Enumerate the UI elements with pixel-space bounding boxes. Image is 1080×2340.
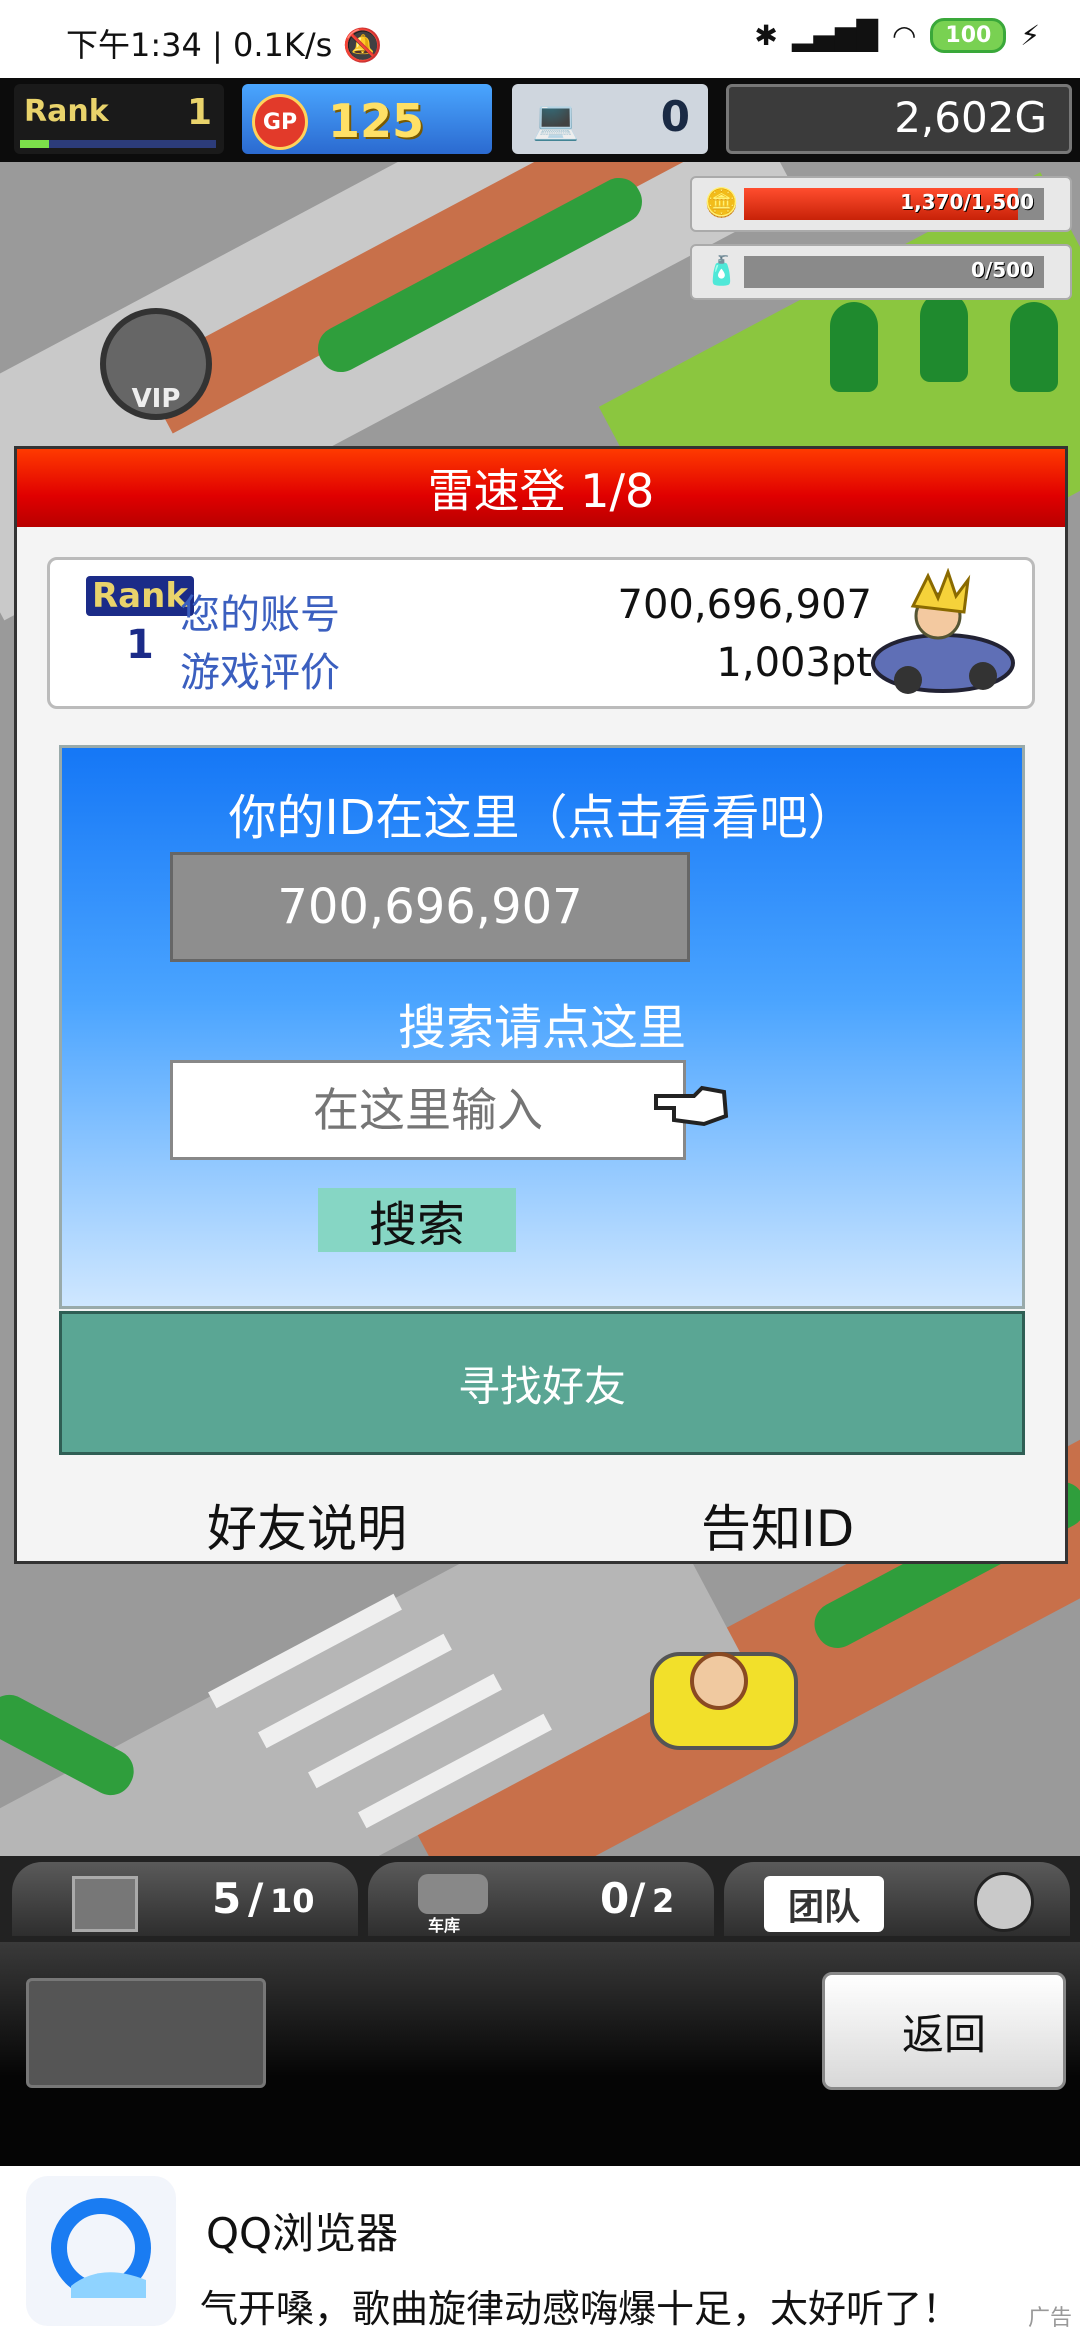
pointing-hand-icon: [654, 1085, 729, 1127]
ad-title: QQ浏览器: [206, 2209, 399, 2258]
status-separator: |: [212, 26, 233, 64]
tab-team[interactable]: 团队: [724, 1862, 1070, 1936]
fuel-label: 0/500: [971, 258, 1034, 282]
tree: [1010, 302, 1058, 392]
bottom-tabs: 5 / 10 车库 0 / 2 团队: [0, 1856, 1080, 1942]
friend-dialog: 雷速登 1/8 Rank 1 您的账号 700,696,907 游戏评价 1,0…: [14, 446, 1068, 1564]
status-time: 下午1:34: [66, 26, 202, 64]
account-label: 您的账号: [180, 592, 340, 638]
items-max: 10: [270, 1882, 315, 1920]
gp-coin-icon: GP: [252, 94, 308, 150]
charging-icon: ⚡: [1020, 19, 1040, 52]
garage-count: 0: [600, 1874, 630, 1923]
garage-max: 2: [652, 1882, 675, 1920]
driver-icon: [690, 1652, 748, 1710]
find-friends-button[interactable]: 寻找好友: [59, 1311, 1025, 1455]
gp-value: 125: [328, 94, 425, 148]
back-button[interactable]: 返回: [822, 1972, 1066, 2090]
ad-banner[interactable]: QQ浏览器 气开嗓，歌曲旋律动感嗨爆十足，太好听了！ 广告: [0, 2166, 1080, 2340]
id-display[interactable]: 700,696,907: [170, 852, 690, 962]
fuel-capacity-bar: 🧴 0/500: [690, 244, 1072, 300]
rating-value: 1,003pt: [716, 640, 872, 686]
items-separator: /: [248, 1874, 264, 1923]
vip-badge-icon[interactable]: VIP: [100, 308, 212, 420]
empty-slot: [26, 1978, 266, 2088]
rating-label: 游戏评价: [180, 650, 340, 696]
ad-label: 广告: [1027, 2306, 1072, 2331]
rank-indicator[interactable]: Rank 1: [14, 84, 224, 154]
wifi-icon: ◠: [891, 19, 917, 52]
money-value: 2,602G: [894, 93, 1047, 142]
computer-icon: 💻: [532, 98, 580, 142]
status-left: 下午1:34 | 0.1K/s 🔕: [66, 20, 382, 66]
id-search-panel: 你的ID在这里（点击看看吧） 700,696,907 搜索请点这里 搜索: [59, 745, 1025, 1309]
garage-separator: /: [630, 1874, 646, 1923]
rank-value: 1: [186, 92, 212, 133]
top-hud: Rank 1 GP 125 💻 0 2,602G: [0, 78, 1080, 162]
items-count: 5: [212, 1874, 242, 1923]
friend-help-button[interactable]: 好友说明: [207, 1489, 407, 1561]
tree: [830, 302, 878, 392]
money-display: 2,602G: [726, 84, 1072, 154]
coins-label: 1,370/1,500: [900, 190, 1034, 214]
search-heading: 搜索请点这里: [397, 1000, 686, 1056]
search-input[interactable]: [170, 1060, 686, 1160]
tab-items[interactable]: 5 / 10: [12, 1862, 358, 1936]
message-panel: 返回: [0, 1942, 1080, 2166]
fuel-icon: 🧴: [704, 254, 739, 287]
account-card: Rank 1 您的账号 700,696,907 游戏评价 1,003pt: [47, 557, 1035, 709]
ad-text: 气开嗓，歌曲旋律动感嗨爆十足，太好听了！: [200, 2287, 961, 2331]
bell-off-icon: 🔕: [342, 26, 383, 64]
rank-badge-value: 1: [126, 622, 154, 668]
coins-icon: 🪙: [704, 186, 739, 219]
rank-progress-bar: [20, 140, 216, 148]
gp-counter[interactable]: GP 125: [242, 84, 492, 154]
computer-counter[interactable]: 💻 0: [512, 84, 708, 154]
rank-badge: Rank 1: [86, 576, 194, 668]
team-label: 团队: [764, 1876, 885, 1932]
coins-capacity-bar: 🪙 1,370/1,500: [690, 176, 1072, 232]
status-net-speed: 0.1K/s: [233, 26, 333, 64]
team-avatar-icon: [974, 1872, 1034, 1932]
computer-value: 0: [660, 92, 690, 141]
rank-badge-label: Rank: [86, 576, 194, 616]
rank-progress-fill: [20, 140, 50, 148]
garage-label: 车库: [428, 1916, 461, 1935]
garage-car-icon: [418, 1874, 488, 1914]
qq-browser-logo-icon: [26, 2176, 176, 2326]
tree: [920, 292, 968, 382]
dialog-title: 雷速登 1/8: [17, 449, 1065, 527]
status-bar: 下午1:34 | 0.1K/s 🔕 ✱ ▂▄▆█ ◠ 100 ⚡: [0, 0, 1080, 78]
search-button[interactable]: 搜索: [318, 1188, 516, 1253]
account-value: 700,696,907: [617, 582, 872, 628]
rank-label: Rank: [24, 94, 109, 129]
id-heading[interactable]: 你的ID在这里（点击看看吧）: [62, 778, 1022, 848]
crate-icon: [72, 1876, 138, 1932]
status-right: ✱ ▂▄▆█ ◠ 100 ⚡: [754, 18, 1040, 53]
bluetooth-icon: ✱: [754, 19, 778, 52]
avatar-car-icon: [871, 568, 1015, 694]
tab-garage[interactable]: 车库 0 / 2: [368, 1862, 714, 1936]
battery-icon: 100: [930, 18, 1007, 53]
notify-id-button[interactable]: 告知ID: [701, 1489, 854, 1561]
signal-icon: ▂▄▆█: [791, 19, 878, 52]
